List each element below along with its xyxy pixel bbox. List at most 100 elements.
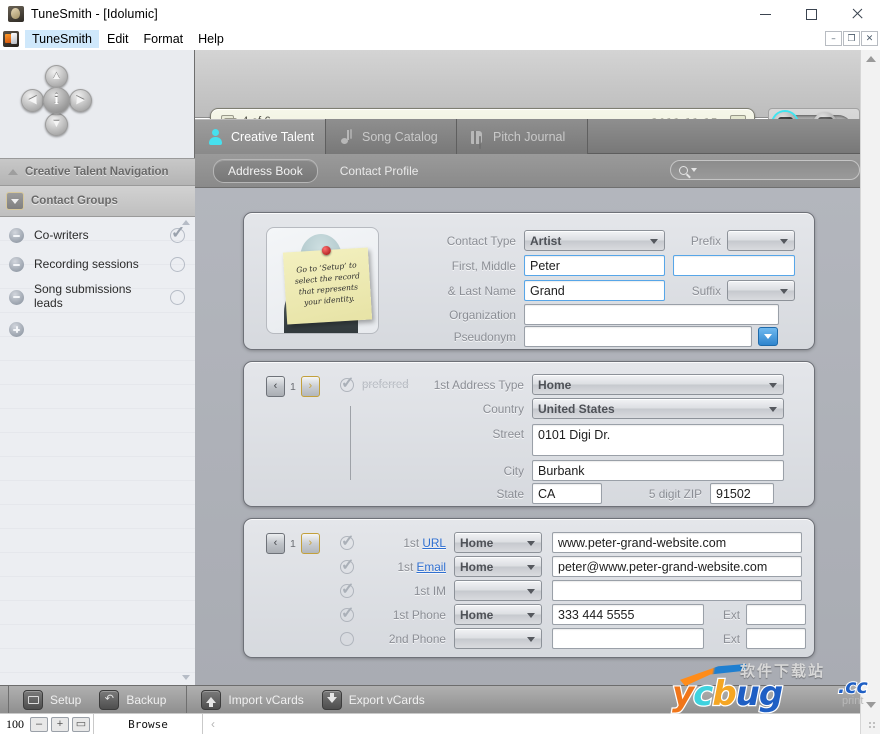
im-type-select[interactable] — [454, 580, 542, 601]
subnav-contact-profile[interactable]: Contact Profile — [340, 164, 419, 178]
tab-pitch-journal[interactable]: Pitch Journal — [457, 119, 588, 154]
mdi-close-button[interactable]: ✕ — [861, 31, 878, 46]
toggle-sidebar-button[interactable]: ▭ — [72, 717, 90, 732]
phone1-type-select[interactable]: Home — [454, 604, 542, 625]
backup-label: Backup — [126, 693, 166, 707]
backup-button[interactable]: ↶ Backup — [93, 690, 178, 710]
layout-mode[interactable]: Browse — [93, 714, 203, 734]
address-prev-button[interactable]: ‹ — [266, 376, 285, 397]
phone1-checkbox[interactable] — [340, 608, 354, 622]
menu-item-help[interactable]: Help — [191, 30, 231, 48]
nav-right-button[interactable]: ▶ — [69, 89, 92, 112]
first-name-input[interactable]: Peter — [524, 255, 665, 276]
export-vcards-button[interactable]: Export vCards — [316, 690, 437, 710]
contact-next-button[interactable]: › — [301, 533, 320, 554]
mdi-minimize-button[interactable]: – — [825, 31, 842, 46]
collapse-statusbar-icon[interactable]: ‹ — [203, 717, 223, 731]
menu-item-tunesmith[interactable]: TuneSmith — [25, 30, 99, 48]
maximize-button[interactable] — [788, 0, 834, 28]
im-checkbox[interactable] — [340, 584, 354, 598]
contact-type-select[interactable]: Artist — [524, 230, 665, 251]
chevron-down-icon — [527, 637, 535, 642]
nav-down-button[interactable]: ▼ — [45, 113, 68, 136]
pseudonym-dropdown-button[interactable] — [758, 327, 778, 346]
phone2-checkbox[interactable] — [340, 632, 354, 646]
creative-talent-navigation-header[interactable]: Creative Talent Navigation — [0, 158, 195, 186]
sidebar-scrollbar[interactable] — [182, 220, 191, 680]
address-type-select[interactable]: Home — [532, 374, 784, 395]
add-group-icon[interactable] — [9, 322, 24, 337]
scroll-up-icon[interactable] — [182, 220, 190, 225]
nav-header-label: Creative Talent Navigation — [25, 166, 169, 178]
nav-up-button[interactable]: ▲ — [45, 65, 68, 88]
email-link[interactable]: Email — [417, 560, 447, 574]
menu-item-format[interactable]: Format — [137, 30, 191, 48]
phone2-ext-input[interactable] — [746, 628, 806, 649]
search-box[interactable] — [670, 160, 860, 180]
menu-item-edit[interactable]: Edit — [100, 30, 136, 48]
address-next-button[interactable]: › — [301, 376, 320, 397]
url-type-select[interactable]: Home — [454, 532, 542, 553]
email-label: 1st Email — [364, 560, 446, 574]
chevron-down-icon[interactable] — [6, 192, 24, 210]
email-checkbox[interactable] — [340, 560, 354, 574]
group-label: Song submissions leads — [34, 283, 160, 311]
toolbar-divider — [8, 686, 9, 714]
tab-song-catalog[interactable]: Song Catalog — [326, 119, 457, 154]
phone1-input[interactable]: 333 444 5555 — [552, 604, 704, 625]
tab-creative-talent[interactable]: Creative Talent — [195, 119, 326, 154]
country-select[interactable]: United States — [532, 398, 784, 419]
url-input[interactable]: www.peter-grand-website.com — [552, 532, 802, 553]
remove-group-icon[interactable] — [9, 228, 24, 243]
mdi-restore-button[interactable]: ❐ — [843, 31, 860, 46]
remove-group-icon[interactable] — [9, 257, 24, 272]
add-group-row[interactable] — [0, 315, 195, 344]
state-input[interactable]: CA — [532, 483, 602, 504]
middle-name-input[interactable] — [673, 255, 795, 276]
subnav-address-book[interactable]: Address Book — [213, 159, 318, 183]
prefix-select[interactable] — [727, 230, 795, 251]
chevron-down-icon[interactable] — [691, 168, 697, 172]
pseudonym-input[interactable] — [524, 326, 752, 347]
pseudonym-label: Pseudonym — [396, 330, 516, 344]
list-item[interactable]: Co-writers — [0, 221, 195, 250]
url-checkbox[interactable] — [340, 536, 354, 550]
close-button[interactable] — [834, 0, 880, 28]
street-input[interactable]: 0101 Digi Dr. — [532, 424, 784, 456]
scroll-down-icon[interactable] — [866, 702, 876, 708]
zoom-in-button[interactable]: + — [51, 717, 69, 732]
organization-input[interactable] — [524, 304, 779, 325]
contact-prev-button[interactable]: ‹ — [266, 533, 285, 554]
import-vcards-button[interactable]: Import vCards — [195, 690, 315, 710]
scroll-up-icon[interactable] — [866, 56, 876, 62]
remove-group-icon[interactable] — [9, 290, 24, 305]
zip-input[interactable]: 91502 — [710, 483, 774, 504]
last-name-input[interactable]: Grand — [524, 280, 665, 301]
preferred-checkbox[interactable] — [340, 378, 354, 392]
phone2-type-select[interactable] — [454, 628, 542, 649]
phone2-input[interactable] — [552, 628, 704, 649]
suffix-select[interactable] — [727, 280, 795, 301]
email-type-select[interactable]: Home — [454, 556, 542, 577]
contact-groups-header[interactable]: Contact Groups — [0, 186, 195, 217]
city-input[interactable]: Burbank — [532, 460, 784, 481]
contact-photo-placeholder[interactable]: Go to ‘Setup’ to select the record that … — [266, 227, 379, 334]
zip-label: 5 digit ZIP — [616, 487, 702, 501]
list-item[interactable]: Song submissions leads — [0, 279, 195, 315]
im-input[interactable] — [552, 580, 802, 601]
zoom-out-button[interactable]: – — [30, 717, 48, 732]
url-link[interactable]: URL — [422, 536, 446, 550]
scroll-down-icon[interactable] — [182, 675, 190, 680]
resize-grip[interactable] — [869, 722, 877, 730]
nav-left-button[interactable]: ◀ — [21, 89, 44, 112]
minimize-button[interactable] — [742, 0, 788, 28]
list-item[interactable]: Recording sessions — [0, 250, 195, 279]
email-input[interactable]: peter@www.peter-grand-website.com — [552, 556, 802, 577]
group-label: Co-writers — [34, 229, 160, 243]
chevron-down-icon — [769, 407, 777, 412]
window-scrollbar[interactable] — [860, 50, 880, 734]
setup-button[interactable]: Setup — [17, 690, 93, 710]
phone1-ext-input[interactable] — [746, 604, 806, 625]
address-type-value: Home — [538, 378, 571, 392]
nav-info-button[interactable]: i — [43, 87, 70, 114]
